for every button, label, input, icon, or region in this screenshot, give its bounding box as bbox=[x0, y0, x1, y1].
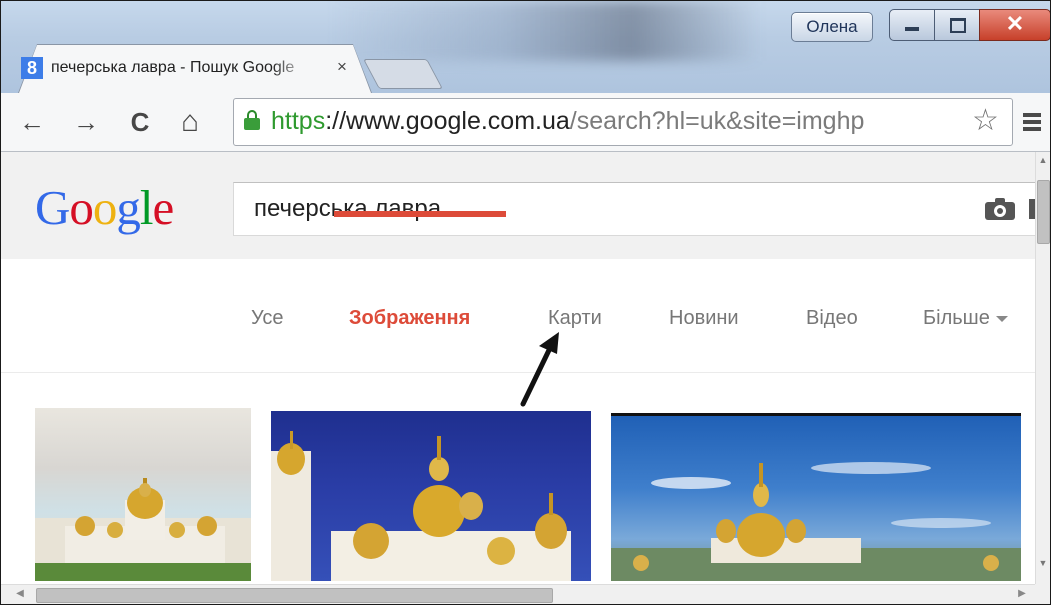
tab-maps[interactable]: Карти bbox=[548, 303, 602, 333]
logo-letter: G bbox=[35, 180, 70, 235]
scroll-right-icon[interactable]: ▶ bbox=[1015, 587, 1029, 601]
home-icon[interactable]: ⌂ bbox=[171, 93, 209, 151]
tab-news[interactable]: Новини bbox=[669, 303, 739, 333]
tab-more[interactable]: Більше bbox=[923, 303, 1008, 333]
horizontal-scroll-thumb[interactable] bbox=[36, 588, 553, 603]
maximize-icon bbox=[950, 18, 966, 33]
close-window-button[interactable]: ✕ bbox=[979, 9, 1050, 41]
menu-icon[interactable] bbox=[1021, 105, 1049, 139]
active-tab-underline bbox=[334, 211, 506, 217]
star-icon[interactable]: ☆ bbox=[972, 105, 999, 137]
logo-letter: o bbox=[69, 180, 93, 235]
logo-letter: g bbox=[116, 180, 140, 235]
tab-images[interactable]: Зображення bbox=[349, 303, 470, 333]
url-text[interactable]: https://www.google.com.ua/search?hl=uk&s… bbox=[271, 105, 864, 137]
image-result-3[interactable] bbox=[611, 413, 1021, 581]
forward-arrow-icon[interactable]: → bbox=[67, 93, 105, 151]
scroll-down-icon[interactable]: ▼ bbox=[1038, 558, 1048, 568]
lock-icon[interactable] bbox=[244, 110, 260, 130]
google-favicon-icon: 8 bbox=[21, 57, 43, 79]
minimize-icon bbox=[905, 27, 919, 31]
browser-window: Олена ✕ 8 печерська лавра - Пошук Google… bbox=[0, 0, 1051, 605]
scroll-left-icon[interactable]: ◀ bbox=[13, 587, 27, 601]
tab-close-icon[interactable]: × bbox=[331, 55, 353, 79]
logo-letter: l bbox=[139, 180, 154, 235]
tab-video[interactable]: Відео bbox=[806, 303, 858, 333]
maximize-button[interactable] bbox=[934, 9, 980, 41]
annotation-arrow-icon bbox=[520, 332, 559, 407]
logo-letter: e bbox=[152, 180, 175, 235]
tab-title: печерська лавра - Пошук Google bbox=[51, 59, 295, 76]
search-query: печерська лавра bbox=[254, 195, 442, 222]
search-input[interactable]: печерська лавра bbox=[233, 182, 1045, 236]
logo-letter: o bbox=[92, 180, 117, 235]
reload-icon[interactable]: C bbox=[121, 93, 159, 151]
camera-icon[interactable] bbox=[985, 198, 1015, 220]
close-icon: ✕ bbox=[1005, 11, 1025, 36]
image-result-2[interactable] bbox=[271, 411, 591, 581]
minimize-button[interactable] bbox=[889, 9, 935, 41]
chevron-down-icon bbox=[995, 315, 1008, 322]
profile-button[interactable]: Олена bbox=[791, 12, 873, 42]
image-result-1[interactable] bbox=[35, 408, 251, 581]
scroll-up-icon[interactable]: ▲ bbox=[1038, 155, 1048, 165]
back-arrow-icon[interactable]: ← bbox=[13, 93, 51, 151]
vertical-scroll-thumb[interactable] bbox=[1037, 180, 1050, 244]
tab-all[interactable]: Усе bbox=[251, 303, 284, 333]
google-logo[interactable]: Google bbox=[35, 180, 175, 236]
